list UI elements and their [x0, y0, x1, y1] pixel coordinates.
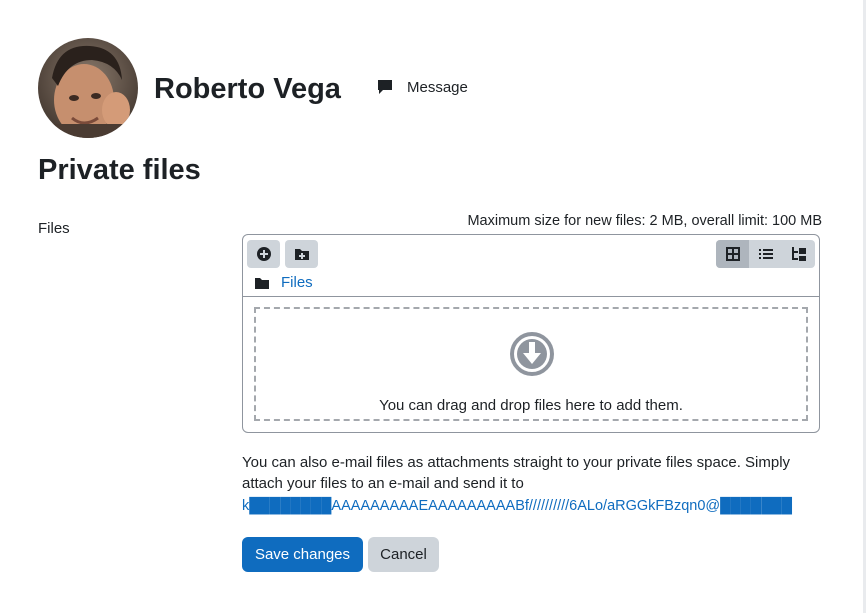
email-info-text: You can also e-mail files as attachments… — [242, 454, 791, 492]
drop-zone[interactable]: You can drag and drop files here to add … — [254, 307, 808, 421]
file-manager: Files You can drag and drop files here t… — [242, 234, 820, 433]
files-field-label: Files — [38, 220, 70, 237]
plus-circle-icon — [256, 247, 271, 261]
page-title: Private files — [38, 154, 201, 186]
path-files-link[interactable]: Files — [281, 274, 313, 291]
grid-view-button[interactable] — [716, 240, 749, 268]
tree-view-icon — [791, 247, 806, 261]
drop-zone-text: You can drag and drop files here to add … — [379, 397, 683, 414]
email-address-link[interactable]: k████████AAAAAAAAAEAAAAAAAAABf//////////… — [242, 498, 792, 514]
avatar — [38, 38, 138, 138]
tree-view-button[interactable] — [782, 240, 815, 268]
breadcrumb: Files — [255, 274, 313, 291]
view-switcher — [716, 240, 815, 268]
message-label: Message — [407, 78, 468, 96]
user-name: Roberto Vega — [154, 73, 341, 105]
user-photo — [38, 38, 138, 138]
cancel-button[interactable]: Cancel — [368, 537, 439, 572]
list-view-icon — [758, 249, 773, 259]
download-circle-icon — [510, 332, 554, 376]
max-size-info: Maximum size for new files: 2 MB, overal… — [467, 213, 822, 229]
toolbar-divider — [243, 296, 819, 297]
message-link[interactable]: Message — [376, 78, 468, 96]
list-view-button[interactable] — [749, 240, 782, 268]
folder-icon — [255, 277, 269, 289]
create-folder-button[interactable] — [285, 240, 318, 268]
speech-bubble-icon — [378, 80, 392, 94]
save-changes-button[interactable]: Save changes — [242, 537, 363, 572]
grid-view-icon — [725, 247, 740, 261]
add-file-button[interactable] — [247, 240, 280, 268]
folder-plus-icon — [294, 249, 309, 260]
